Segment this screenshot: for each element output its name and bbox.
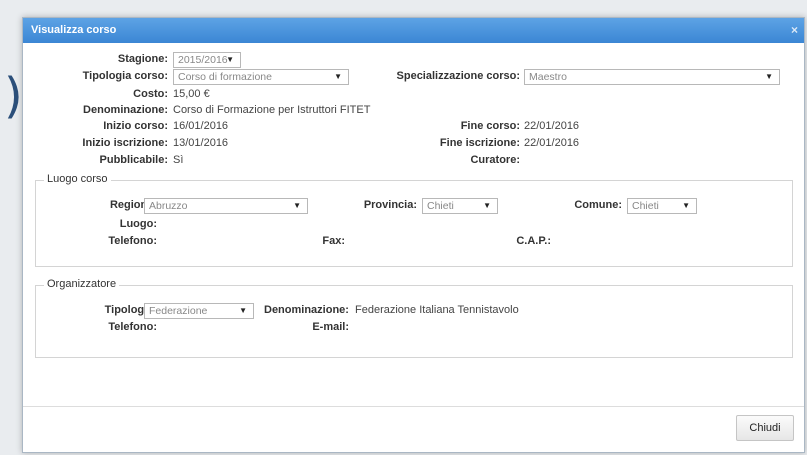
chevron-down-icon: ▼ <box>483 201 491 210</box>
stagione-select[interactable]: 2015/2016 ▼ <box>173 52 241 68</box>
curatore-label: Curatore: <box>470 154 520 166</box>
organizzatore-legend: Organizzatore <box>44 278 120 290</box>
visualizza-corso-dialog: Visualizza corso × Stagione: 2015/2016 ▼… <box>22 17 805 453</box>
stagione-select-value: 2015/2016 <box>178 54 228 66</box>
cap-label: C.A.P.: <box>516 235 551 247</box>
chevron-down-icon: ▼ <box>293 201 301 210</box>
luogo-corso-legend: Luogo corso <box>44 173 111 185</box>
denominazione-organizzatore-label: Denominazione: <box>264 304 349 316</box>
tipologia-corso-value: Corso di formazione <box>178 71 272 83</box>
specializzazione-corso-value: Maestro <box>529 71 567 83</box>
tipologia-corso-select[interactable]: Corso di formazione ▼ <box>173 69 349 85</box>
comune-label: Comune: <box>574 199 622 211</box>
tipologia-corso-label: Tipologia corso: <box>82 70 168 82</box>
dialog-titlebar: Visualizza corso × <box>23 18 804 43</box>
luogo-label: Luogo: <box>119 218 157 230</box>
pubblicabile-label: Pubblicabile: <box>99 154 168 166</box>
chevron-down-icon: ▼ <box>765 72 773 81</box>
comune-value: Chieti <box>632 200 659 212</box>
inizio-iscrizione-label: Inizio iscrizione: <box>82 137 168 149</box>
pubblicabile-value: Sì <box>173 154 184 166</box>
dialog-content: Stagione: 2015/2016 ▼ Tipologia corso: C… <box>23 43 804 408</box>
inizio-corso-value: 16/01/2016 <box>173 120 229 132</box>
email-label: E-mail: <box>312 321 349 333</box>
provincia-value: Chieti <box>427 200 454 212</box>
costo-value: 15,00 € <box>173 88 210 100</box>
chevron-down-icon: ▼ <box>682 201 690 210</box>
tipologia-organizzatore-select[interactable]: Federazione ▼ <box>144 303 254 319</box>
inizio-iscrizione-value: 13/01/2016 <box>173 137 229 149</box>
telefono-luogo-label: Telefono: <box>108 235 157 247</box>
fine-corso-value: 22/01/2016 <box>524 120 580 132</box>
dialog-footer: Chiudi <box>23 406 804 452</box>
denominazione-organizzatore-value: Federazione Italiana Tennistavolo <box>355 304 519 316</box>
regione-select[interactable]: Abruzzo ▼ <box>144 198 308 214</box>
inizio-corso-label: Inizio corso: <box>103 120 168 132</box>
provincia-select[interactable]: Chieti ▼ <box>422 198 498 214</box>
comune-select[interactable]: Chieti ▼ <box>627 198 697 214</box>
close-icon[interactable]: × <box>791 18 798 43</box>
fine-iscrizione-value: 22/01/2016 <box>524 137 580 149</box>
regione-value: Abruzzo <box>149 200 188 212</box>
costo-label: Costo: <box>133 88 168 100</box>
chevron-down-icon: ▼ <box>239 306 247 315</box>
provincia-label: Provincia: <box>363 199 417 211</box>
specializzazione-corso-label: Specializzazione corso: <box>396 70 520 82</box>
chiudi-button[interactable]: Chiudi <box>736 415 794 441</box>
denominazione-value: Corso di Formazione per Istruttori FITET <box>173 104 371 116</box>
telefono-organizzatore-label: Telefono: <box>108 321 157 333</box>
background-partial-glyph: ) <box>4 68 23 124</box>
chevron-down-icon: ▼ <box>226 55 234 64</box>
fine-iscrizione-label: Fine iscrizione: <box>439 137 520 149</box>
luogo-corso-fieldset: Luogo corso Regione: Abruzzo ▼ Provincia… <box>35 173 793 267</box>
denominazione-label: Denominazione: <box>83 104 168 116</box>
organizzatore-fieldset: Organizzatore Tipologia: Federazione ▼ D… <box>35 278 793 358</box>
fine-corso-label: Fine corso: <box>460 120 520 132</box>
stagione-label: Stagione: <box>117 53 168 65</box>
tipologia-organizzatore-value: Federazione <box>149 305 208 317</box>
fax-label: Fax: <box>322 235 345 247</box>
chevron-down-icon: ▼ <box>334 72 342 81</box>
dialog-title: Visualizza corso <box>31 24 117 36</box>
specializzazione-corso-select[interactable]: Maestro ▼ <box>524 69 780 85</box>
